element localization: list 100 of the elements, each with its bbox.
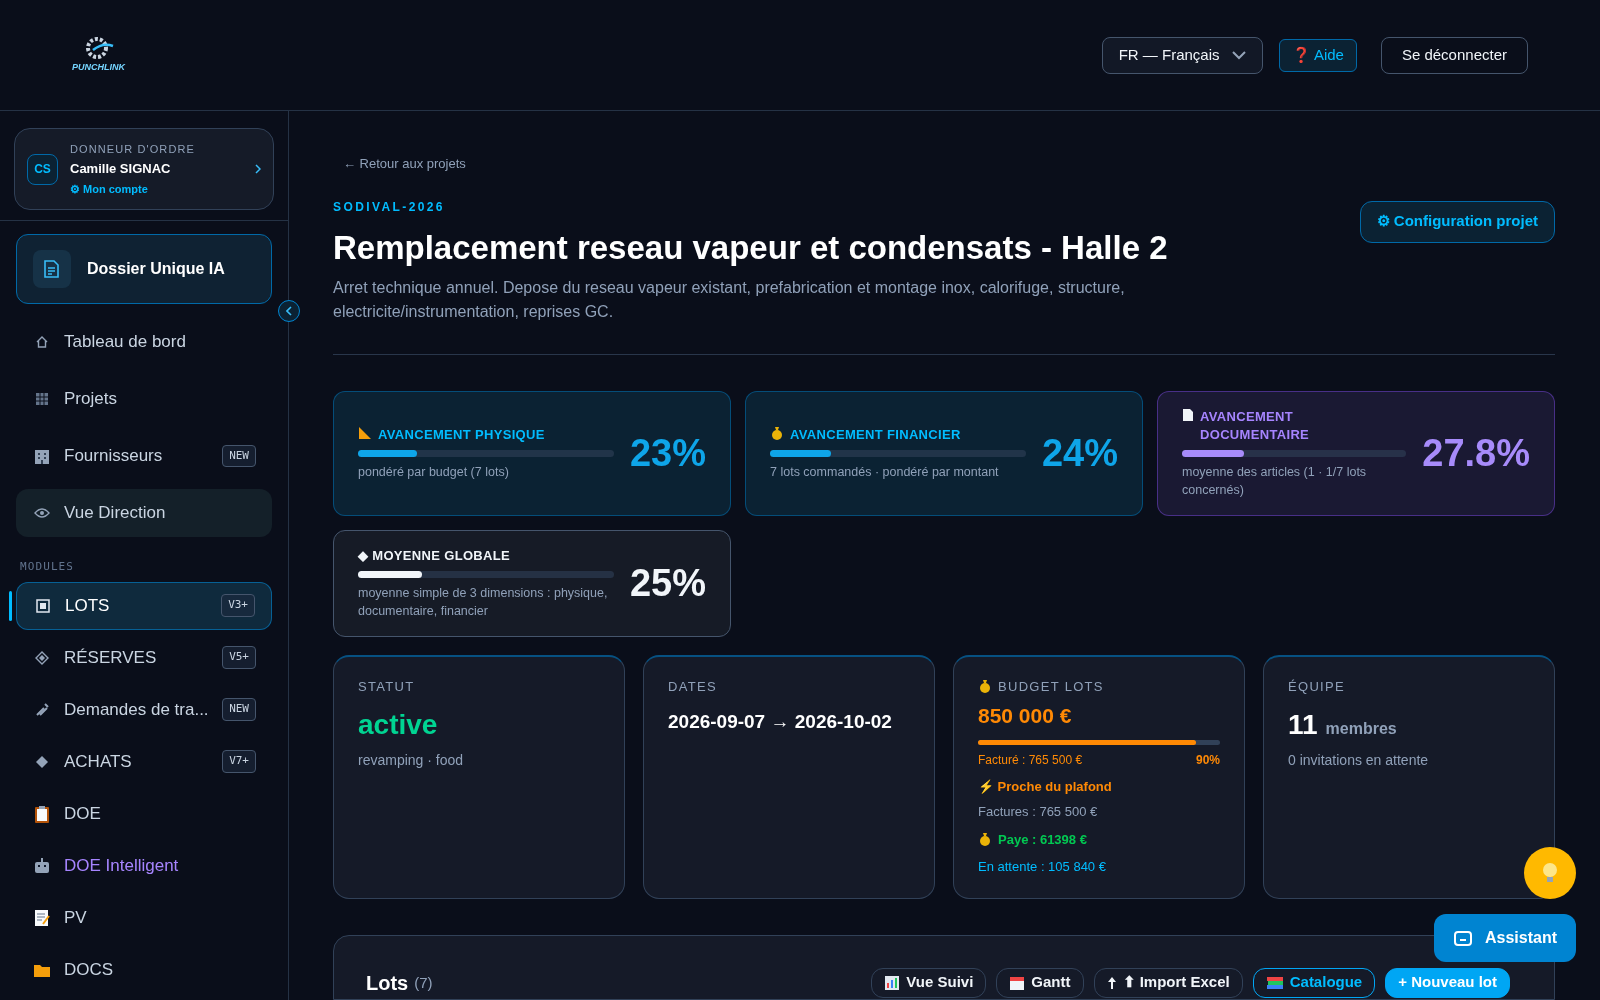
project-title: Remplacement reseau vapeur et condensats - Halle 2	[333, 227, 1169, 268]
money-bag-icon	[978, 679, 992, 694]
nav-item[interactable]: ACHATS V7+	[16, 737, 272, 786]
budget-value: 850 000 €	[978, 703, 1073, 729]
card-title: ◆ MOYENNE GLOBALE	[358, 546, 511, 565]
version-badge: V7+	[222, 750, 256, 773]
config-button[interactable]: ⚙ Configuration projet	[1359, 200, 1555, 243]
nav-item[interactable]: Fournisseurs NEW	[16, 432, 272, 480]
diamond-icon	[35, 754, 49, 769]
progress-value: 24%	[1041, 430, 1118, 476]
nav-label: DOE	[64, 802, 101, 825]
chevron-right-icon	[255, 164, 261, 174]
books-icon	[1265, 974, 1284, 991]
logout-button[interactable]: Se déconnecter	[1380, 36, 1528, 74]
card-label: ÉQUIPE	[1288, 677, 1346, 696]
invitations-note: 0 invitations en attente	[1288, 751, 1430, 770]
nav-label: LOTS	[65, 594, 110, 617]
version-badge: NEW	[222, 698, 256, 721]
date-range: 2026-09-07 → 2026-10-02	[668, 710, 893, 734]
project-description: Arret technique annuel. Depose du reseau vapeur existant, prefabrication et montage inox, calorifuge, structure, electricite/instrumentation, reprises GC.	[333, 277, 1126, 322]
version-badge: NEW	[222, 444, 256, 468]
nav-item[interactable]: DOE Intelligent	[16, 841, 272, 890]
progress-value: 25%	[629, 560, 706, 606]
nav-item[interactable]: DOE	[16, 789, 272, 838]
account-link[interactable]: ⚙ Mon compte	[70, 180, 195, 198]
diamond-icon	[35, 650, 49, 665]
nav-item[interactable]: DOCS	[16, 945, 272, 994]
toolbar-button[interactable]: Catalogue	[1252, 967, 1376, 998]
nav-label: Fournisseurs	[64, 445, 163, 468]
money-bag-icon	[978, 832, 992, 847]
upload-icon	[1106, 975, 1117, 990]
document-icon	[33, 250, 71, 288]
money-bag-icon	[770, 425, 784, 440]
language-select[interactable]: FR — Français	[1101, 36, 1263, 74]
lightbulb-icon	[1542, 862, 1558, 884]
document-icon	[1182, 407, 1194, 422]
nav-item[interactable]: RÉSERVES V5+	[16, 633, 272, 682]
toolbar-button[interactable]: ⬆ Import Excel	[1093, 967, 1243, 998]
nav-item[interactable]: Tableau de bord	[16, 318, 272, 366]
dossier-label: Dossier Unique IA	[87, 259, 225, 279]
collapse-button[interactable]	[278, 300, 300, 322]
nav-item[interactable]: PV	[16, 893, 272, 942]
assistant-button[interactable]: Assistant	[1434, 914, 1576, 962]
invoices-total: Factures : 765 500 €	[978, 803, 1099, 821]
building-icon	[33, 447, 51, 465]
tips-button[interactable]	[1524, 847, 1576, 899]
lots-title: Lots	[366, 970, 409, 996]
calendar-icon	[1009, 974, 1026, 991]
nav-label: Demandes de tra...	[64, 698, 209, 721]
card-title: AVANCEMENT DOCUMENTAIRE	[1200, 407, 1311, 444]
grid-icon	[35, 392, 49, 406]
card-label: BUDGET LOTS	[998, 677, 1104, 696]
budget-warning: ⚡ Proche du plafond	[978, 777, 1113, 796]
version-badge: V5+	[222, 646, 256, 669]
project-code: SODIVAL-2026	[333, 198, 446, 216]
back-link[interactable]: ← Retour aux projets	[343, 154, 1555, 174]
member-count: 11	[1288, 708, 1318, 742]
toolbar-button[interactable]: Vue Suivi	[871, 967, 987, 998]
card-note: moyenne simple de 3 dimensions : physique, documentaire, financier	[358, 584, 609, 620]
version-badge: V3+	[221, 594, 255, 617]
nav-item[interactable]: Vue Direction	[16, 489, 272, 537]
toolbar-button[interactable]: Gantt	[996, 967, 1084, 998]
nav-label: RÉSERVES	[64, 646, 157, 669]
help-button[interactable]: ❓ Aide	[1278, 38, 1357, 72]
memo-icon	[34, 908, 50, 927]
logo[interactable]: PUNCHLINK	[72, 35, 125, 75]
card-label: DATES	[668, 677, 718, 696]
clipboard-icon	[34, 804, 50, 823]
home-icon	[35, 335, 49, 349]
ruler-icon	[358, 425, 372, 440]
nav-label: Vue Direction	[64, 502, 166, 525]
paid-amount: Paye : 61398 €	[998, 830, 1087, 849]
user-name: Camille SIGNAC	[70, 160, 172, 179]
progress-value: 23%	[629, 430, 706, 476]
member-unit: membres	[1325, 719, 1397, 739]
square-icon	[36, 598, 50, 613]
card-title: AVANCEMENT FINANCIER	[790, 425, 961, 444]
card-title: AVANCEMENT PHYSIQUE	[378, 425, 545, 444]
avatar-initials: CS	[27, 153, 58, 185]
eye-icon	[34, 507, 50, 519]
section-heading: MODULES	[20, 559, 76, 575]
card-note: pondéré par budget (7 lots)	[358, 463, 510, 481]
user-card[interactable]: CS DONNEUR D'ORDRE Camille SIGNAC ⚙ Mon compte	[14, 128, 274, 210]
nav-label: PV	[64, 906, 87, 929]
chevron-left-icon	[286, 306, 292, 316]
budget-percent: 90%	[1195, 751, 1220, 769]
chart-icon	[884, 974, 901, 991]
nav-item[interactable]: Demandes de tra... NEW	[16, 685, 272, 734]
status-tags: revamping · food	[358, 750, 600, 771]
nav-label: Tableau de bord	[64, 331, 186, 354]
logo-text: PUNCHLINK	[72, 61, 125, 75]
nav-item[interactable]: Projets	[16, 375, 272, 423]
user-role: DONNEUR D'ORDRE	[70, 141, 195, 157]
selection-indicator	[9, 590, 12, 621]
card-label: STATUT	[358, 677, 416, 696]
chevron-down-icon	[1231, 50, 1246, 60]
card-note: moyenne des articles (1 · 1/7 lots concernés)	[1182, 463, 1368, 499]
progress-value: 27.8%	[1422, 430, 1530, 476]
dossier-button[interactable]: Dossier Unique IA	[16, 234, 272, 304]
card-note: 7 lots commandés · pondéré par montant	[770, 463, 1000, 481]
